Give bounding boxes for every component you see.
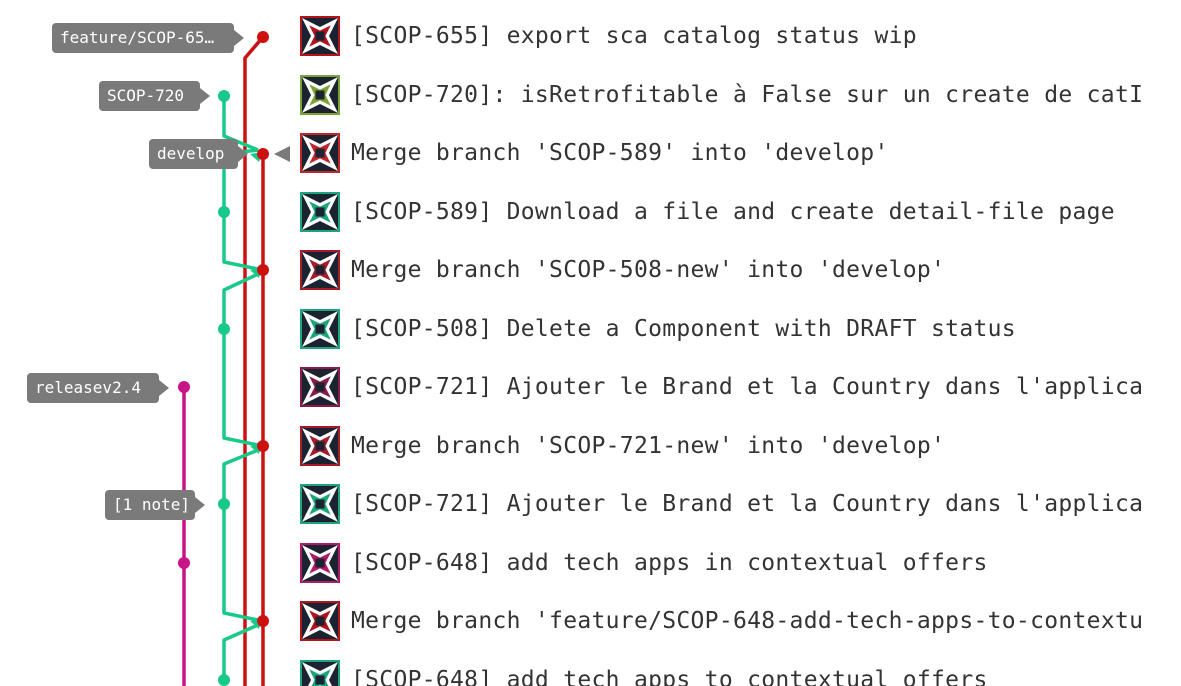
commit-node[interactable] (178, 381, 190, 393)
commit-row[interactable]: Merge branch 'SCOP-589' into 'develop' (300, 133, 1181, 177)
commit-message[interactable]: Merge branch 'feature/SCOP-648-add-tech-… (351, 607, 1143, 635)
scop-648-branch-line (222, 623, 259, 680)
commit-row[interactable]: [SCOP-648] add tech apps in contextual o… (300, 543, 1181, 587)
commit-message[interactable]: [SCOP-721] Ajouter le Brand et la Countr… (351, 373, 1143, 401)
author-avatar[interactable] (300, 192, 340, 232)
commit-message[interactable]: [SCOP-508] Delete a Component with DRAFT… (351, 315, 1016, 343)
commit-graph-view: feature/SCOP-65… SCOP-720 develop releas… (0, 0, 1181, 686)
author-avatar[interactable] (300, 601, 340, 641)
commit-message[interactable]: [SCOP-720]: isRetrofitable à False sur u… (351, 81, 1143, 109)
ref-label-pointer (195, 497, 205, 513)
commit-message[interactable]: [SCOP-721] Ajouter le Brand et la Countr… (351, 490, 1143, 518)
commit-row[interactable]: Merge branch 'feature/SCOP-648-add-tech-… (300, 601, 1181, 645)
commit-row[interactable]: [SCOP-721] Ajouter le Brand et la Countr… (300, 367, 1181, 411)
commit-message[interactable]: [SCOP-648] add tech apps to contextual o… (351, 666, 988, 686)
author-avatar[interactable] (300, 367, 340, 407)
ref-label-feature-branch[interactable]: feature/SCOP-65… (52, 23, 234, 53)
commit-message[interactable]: Merge branch 'SCOP-508-new' into 'develo… (351, 256, 945, 284)
commit-node[interactable] (218, 323, 230, 335)
commit-row[interactable]: [SCOP-508] Delete a Component with DRAFT… (300, 309, 1181, 353)
note-badge[interactable]: [1 note] (105, 490, 195, 520)
author-avatar[interactable] (300, 309, 340, 349)
commit-node[interactable] (257, 264, 269, 276)
commit-row[interactable]: Merge branch 'SCOP-508-new' into 'develo… (300, 250, 1181, 294)
commit-node[interactable] (257, 615, 269, 627)
author-avatar[interactable] (300, 250, 340, 290)
commit-row[interactable]: [SCOP-720]: isRetrofitable à False sur u… (300, 75, 1181, 119)
ref-label-pointer (238, 146, 248, 162)
commit-message[interactable]: Merge branch 'SCOP-721-new' into 'develo… (351, 432, 945, 460)
commit-node[interactable] (178, 557, 190, 569)
commit-row[interactable]: [SCOP-721] Ajouter le Brand et la Countr… (300, 484, 1181, 528)
author-avatar[interactable] (300, 16, 340, 56)
ref-label-pointer (200, 88, 210, 104)
commit-row[interactable]: Merge branch 'SCOP-721-new' into 'develo… (300, 426, 1181, 470)
commit-node[interactable] (218, 206, 230, 218)
commit-node[interactable] (218, 674, 230, 686)
commit-node[interactable] (257, 31, 269, 43)
author-avatar[interactable] (300, 75, 340, 115)
commit-message[interactable]: [SCOP-589] Download a file and create de… (351, 198, 1115, 226)
commit-row[interactable]: [SCOP-655] export sca catalog status wip (300, 16, 1181, 60)
commit-row[interactable]: [SCOP-589] Download a file and create de… (300, 192, 1181, 236)
author-avatar[interactable] (300, 426, 340, 466)
author-avatar[interactable] (300, 484, 340, 524)
ref-label-release[interactable]: releasev2.4 (27, 373, 159, 403)
author-avatar[interactable] (300, 660, 340, 686)
commit-message[interactable]: Merge branch 'SCOP-589' into 'develop' (351, 139, 889, 167)
ref-label-pointer (159, 380, 169, 396)
scop-721-branch-line (222, 448, 259, 504)
commit-node[interactable] (257, 440, 269, 452)
head-pointer-icon (274, 146, 290, 162)
ref-label-scop-720[interactable]: SCOP-720 (99, 81, 200, 111)
feature-branch-line (243, 35, 265, 686)
commit-message[interactable]: [SCOP-655] export sca catalog status wip (351, 22, 917, 50)
scop-508-branch-line (222, 272, 259, 329)
author-avatar[interactable] (300, 133, 340, 173)
commit-node[interactable] (257, 148, 269, 160)
commit-node[interactable] (218, 90, 230, 102)
ref-label-pointer (234, 30, 244, 46)
ref-label-develop[interactable]: develop (149, 139, 238, 169)
commit-node[interactable] (218, 498, 230, 510)
commit-row[interactable]: [SCOP-648] add tech apps to contextual o… (300, 660, 1181, 686)
commit-message[interactable]: [SCOP-648] add tech apps in contextual o… (351, 549, 988, 577)
author-avatar[interactable] (300, 543, 340, 583)
